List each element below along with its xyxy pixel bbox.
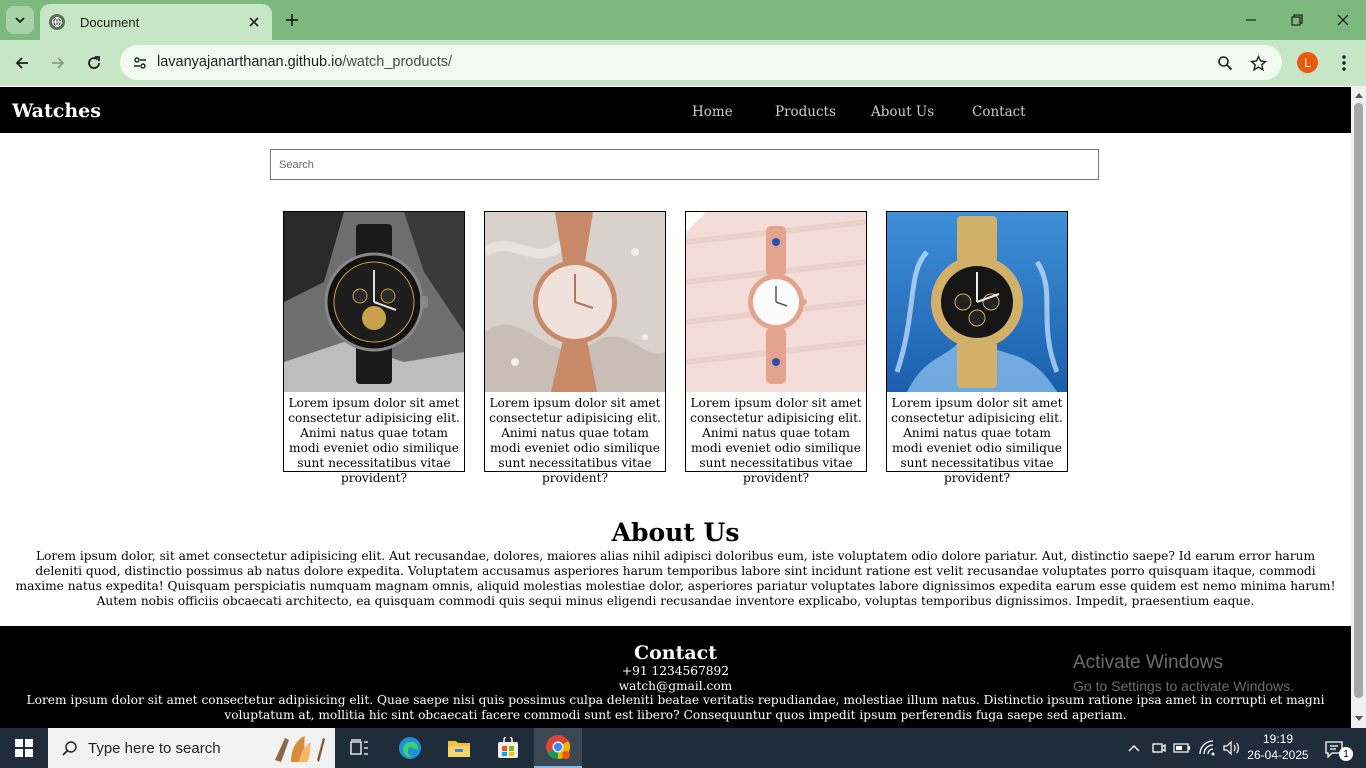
product-card[interactable]: Lorem ipsum dolor sit amet consectetur a… <box>484 211 666 485</box>
activate-windows-watermark: Activate Windows Go to Settings to activ… <box>1073 652 1294 694</box>
battery-icon[interactable] <box>1172 738 1192 758</box>
bookmark-star-icon[interactable] <box>1248 53 1268 73</box>
about-paragraph: Lorem ipsum dolor, sit amet consectetur … <box>15 549 1336 608</box>
browser-tab-bar: Document <box>0 0 1366 40</box>
nav-link-products[interactable]: Products <box>775 104 836 120</box>
scroll-up-arrow-icon[interactable] <box>1351 88 1366 102</box>
wifi-icon[interactable] <box>1197 738 1217 758</box>
taskbar-search-placeholder: Type here to search <box>88 739 221 757</box>
file-explorer-icon[interactable] <box>435 728 483 768</box>
search-icon <box>60 738 80 758</box>
profile-avatar[interactable]: L <box>1297 52 1318 73</box>
nav-link-contact[interactable]: Contact <box>972 104 1026 120</box>
restore-window-icon[interactable] <box>1287 10 1307 30</box>
scroll-down-arrow-icon[interactable] <box>1351 712 1366 726</box>
nav-link-about[interactable]: About Us <box>871 104 934 120</box>
clock-time: 19:19 <box>1262 732 1294 746</box>
new-tab-plus-icon[interactable] <box>282 10 302 30</box>
tab-search-button[interactable] <box>6 6 34 34</box>
reload-icon[interactable] <box>83 52 105 74</box>
watermark-line-2: Go to Settings to activate Windows. <box>1073 678 1294 694</box>
product-image-pink-bracelet-watch[interactable] <box>686 212 866 392</box>
windows-start-icon[interactable] <box>0 728 48 768</box>
watermark-line-1: Activate Windows <box>1073 652 1223 673</box>
zoom-icon[interactable] <box>1215 53 1235 73</box>
nav-link-home[interactable]: Home <box>692 104 733 120</box>
forward-arrow-icon[interactable] <box>47 52 69 74</box>
address-bar[interactable]: lavanyajanarthanan.github.io/watch_produ… <box>120 45 1282 80</box>
globe-icon <box>49 14 65 30</box>
browser-toolbar: lavanyajanarthanan.github.io/watch_produ… <box>0 40 1366 86</box>
search-input[interactable] <box>270 149 1099 180</box>
product-description: Lorem ipsum dolor sit amet consectetur a… <box>891 396 1063 485</box>
windows-taskbar: Type here to search 19:19 26-04-2025 1 <box>0 728 1366 768</box>
url-path: /watch_products/ <box>342 54 453 70</box>
site-brand[interactable]: Watches <box>12 100 101 122</box>
site-settings-icon[interactable] <box>128 51 152 75</box>
search-highlight-icon <box>261 732 329 764</box>
product-card[interactable]: Lorem ipsum dolor sit amet consectetur a… <box>685 211 867 485</box>
contact-paragraph: Lorem ipsum dolor sit amet consectetur a… <box>26 693 1325 722</box>
meet-now-icon[interactable] <box>1149 738 1169 758</box>
show-hidden-icons-chevron-icon[interactable] <box>1124 738 1144 758</box>
minimize-window-icon[interactable] <box>1241 10 1261 30</box>
product-card[interactable]: Lorem ipsum dolor sit amet consectetur a… <box>886 211 1068 485</box>
notification-count-badge: 1 <box>1339 747 1353 761</box>
taskbar-clock[interactable]: 19:19 26-04-2025 <box>1246 731 1310 763</box>
chrome-icon[interactable] <box>534 728 582 768</box>
product-description: Lorem ipsum dolor sit amet consectetur a… <box>288 396 460 485</box>
product-card[interactable]: Lorem ipsum dolor sit amet consectetur a… <box>283 211 465 485</box>
url-text: lavanyajanarthanan.github.io/watch_produ… <box>157 54 452 70</box>
page-viewport: Watches Home Products About Us Contact S… <box>0 86 1351 728</box>
tab-title: Document <box>80 14 140 30</box>
volume-icon[interactable] <box>1221 738 1241 758</box>
product-image-gold-watch[interactable] <box>887 212 1067 392</box>
product-image-black-watch[interactable] <box>284 212 464 392</box>
product-description: Lorem ipsum dolor sit amet consectetur a… <box>489 396 661 485</box>
back-arrow-icon[interactable] <box>11 52 33 74</box>
browser-tab-active[interactable]: Document <box>40 4 272 40</box>
scrollbar-thumb[interactable] <box>1354 103 1363 698</box>
site-navbar: Watches Home Products About Us Contact <box>0 87 1351 133</box>
product-image-rose-gold-watch[interactable] <box>485 212 665 392</box>
url-host: lavanyajanarthanan.github.io <box>157 54 343 70</box>
microsoft-store-icon[interactable] <box>484 728 532 768</box>
clock-date: 26-04-2025 <box>1247 748 1309 762</box>
edge-browser-icon[interactable] <box>386 728 434 768</box>
taskbar-search-box[interactable]: Type here to search <box>48 728 335 768</box>
about-heading: About Us <box>611 518 740 547</box>
chevron-down-icon <box>15 17 25 24</box>
page-scrollbar[interactable] <box>1351 86 1366 728</box>
task-view-icon[interactable] <box>336 728 384 768</box>
product-description: Lorem ipsum dolor sit amet consectetur a… <box>690 396 862 485</box>
close-tab-icon[interactable] <box>246 14 262 30</box>
more-menu-icon[interactable] <box>1334 52 1354 74</box>
close-window-icon[interactable] <box>1333 10 1353 30</box>
